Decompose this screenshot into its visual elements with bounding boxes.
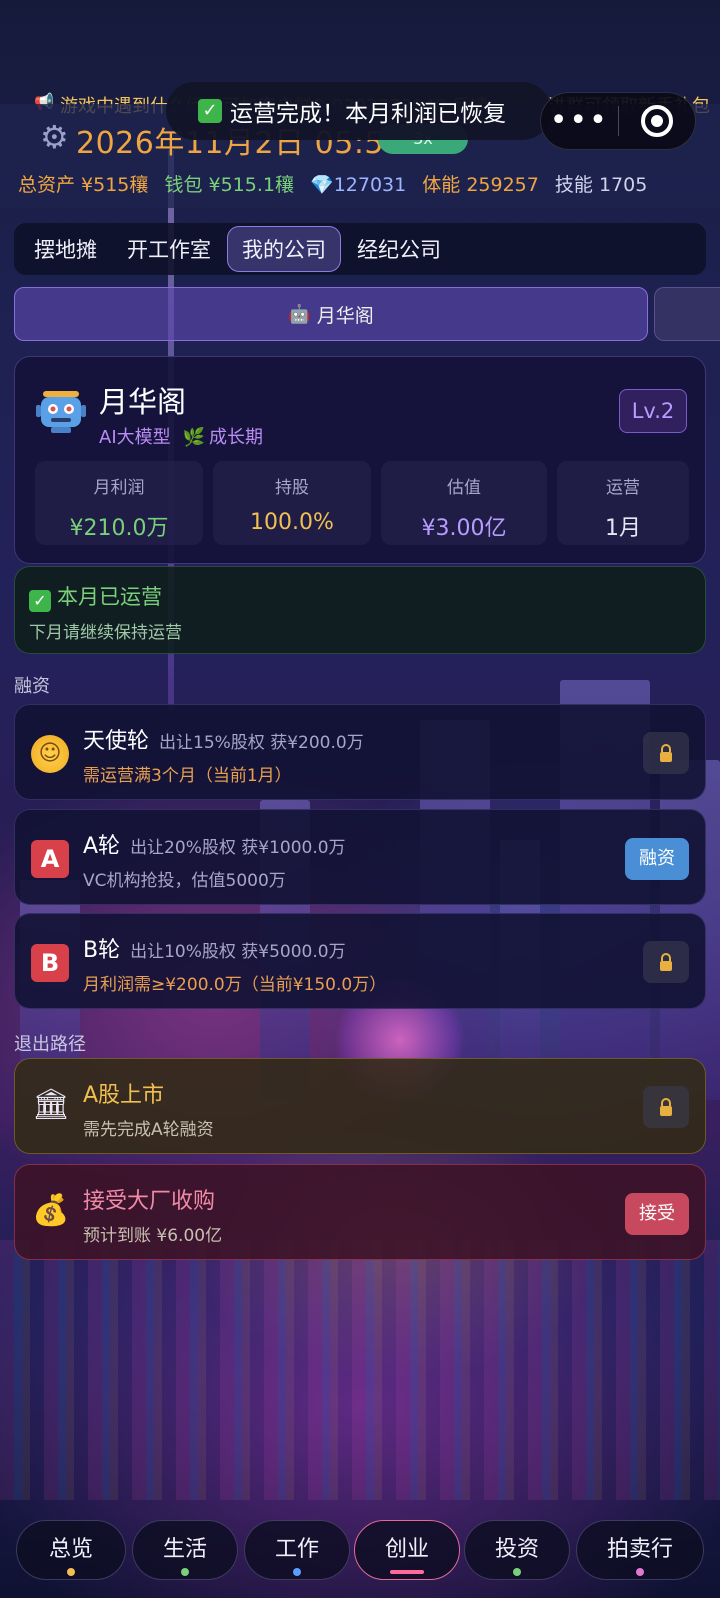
lock-icon: [660, 744, 672, 762]
nav-overview[interactable]: 总览: [16, 1520, 126, 1580]
toast-text: 运营完成！本月利润已恢复: [230, 101, 506, 127]
letter-a-icon: A: [31, 840, 69, 878]
robot-icon: 🤖: [288, 303, 311, 325]
miniprogram-capsule: •••: [540, 92, 696, 150]
lock-icon: [660, 1098, 672, 1116]
company-level-badge: Lv.2: [619, 389, 687, 433]
acquisition-amount: 预计到账 ¥6.00亿: [83, 1226, 223, 1246]
target-icon: [640, 105, 673, 137]
resource-stats: 总资产 ¥515穰 钱包 ¥515.1穰 💎127031 体能 259257 技…: [18, 170, 657, 197]
gear-icon[interactable]: ⚙: [40, 118, 69, 156]
operation-status-subtitle: 下月请继续保持运营: [29, 623, 182, 643]
wallet-balance: 钱包 ¥515.1穰: [164, 174, 294, 196]
metric-operation-months: 运营 1月: [557, 461, 689, 545]
company-overview-card: 月华阁 AI大模型 🌿 成长期 Lv.2 月利润 ¥210.0万 持股 100.0%…: [14, 356, 706, 564]
robot-avatar-icon: [36, 391, 86, 433]
close-miniprogram-button[interactable]: [619, 105, 696, 137]
tab-street-stall[interactable]: 摆地摊: [20, 226, 111, 272]
exit-ipo-card: 🏛 A股上市 需先完成A轮融资: [14, 1058, 706, 1154]
round-title: 天使轮 出让15%股权 获¥200.0万: [83, 729, 364, 754]
metric-shareholding: 持股 100.0%: [213, 461, 371, 545]
bank-building-icon: 🏛: [31, 1087, 71, 1122]
energy-stat: 体能 259257: [422, 174, 539, 196]
money-bag-icon: 💰: [32, 1193, 70, 1228]
next-company-button[interactable]: [654, 287, 720, 341]
toast-notification: ✓ 运营完成！本月利润已恢复: [166, 82, 551, 140]
operation-status-card: ✓ 本月已运营 下月请继续保持运营: [14, 566, 706, 654]
nav-startup[interactable]: 创业: [354, 1520, 460, 1580]
round-requirement: 月利润需≥¥200.0万（当前¥150.0万）: [83, 975, 387, 995]
tab-agency[interactable]: 经纪公司: [343, 226, 455, 272]
round-title: A轮 出让20%股权 获¥1000.0万: [83, 834, 346, 859]
check-icon: ✓: [29, 590, 51, 612]
gem-count: 💎127031: [310, 174, 407, 196]
nav-invest[interactable]: 投资: [464, 1520, 570, 1580]
metric-valuation: 估值 ¥3.00亿: [381, 461, 547, 545]
exit-acquisition-card: 💰 接受大厂收购 预计到账 ¥6.00亿 接受: [14, 1164, 706, 1260]
company-stage: 成长期: [209, 427, 264, 448]
exit-section-label: 退出路径: [14, 1034, 86, 1055]
nav-work[interactable]: 工作: [244, 1520, 350, 1580]
more-options-icon[interactable]: •••: [541, 106, 618, 136]
locked-button[interactable]: [643, 941, 689, 983]
round-description: VC机构抢投，估值5000万: [83, 871, 286, 891]
locked-button[interactable]: [643, 732, 689, 774]
company-industry: AI大模型: [99, 427, 171, 448]
financing-round-a: A A轮 出让20%股权 获¥1000.0万 VC机构抢投，估值5000万 融资: [14, 809, 706, 905]
company-selector-label: 月华阁: [316, 304, 374, 327]
nav-life[interactable]: 生活: [132, 1520, 238, 1580]
angel-face-icon: ☺: [31, 735, 69, 773]
ipo-title: A股上市: [83, 1083, 165, 1108]
financing-round-b: B B轮 出让10%股权 获¥5000.0万 月利润需≥¥200.0万（当前¥15…: [14, 913, 706, 1009]
round-requirement: 需运营满3个月（当前1月）: [83, 766, 292, 786]
financing-section-label: 融资: [14, 676, 50, 697]
letter-b-icon: B: [31, 944, 69, 982]
tab-open-studio[interactable]: 开工作室: [113, 226, 225, 272]
check-icon: ✓: [198, 99, 222, 123]
locked-button[interactable]: [643, 1086, 689, 1128]
total-assets: 总资产 ¥515穰: [18, 174, 149, 196]
metric-monthly-profit: 月利润 ¥210.0万: [35, 461, 203, 545]
ipo-requirement: 需先完成A轮融资: [83, 1120, 214, 1140]
lock-icon: [660, 953, 672, 971]
nav-auction[interactable]: 拍卖行: [576, 1520, 704, 1580]
diamond-icon: 💎: [310, 174, 334, 196]
acquisition-title: 接受大厂收购: [83, 1189, 216, 1214]
bottom-navigation: 总览 生活 工作 创业 投资 拍卖行: [0, 1514, 720, 1598]
raise-funding-button[interactable]: 融资: [625, 838, 689, 880]
skill-stat: 技能 1705: [554, 174, 648, 196]
company-selector-button[interactable]: 🤖 月华阁: [14, 287, 648, 341]
company-name: 月华阁: [99, 385, 187, 419]
business-tabs: 摆地摊 开工作室 我的公司 经纪公司: [14, 223, 706, 275]
sprout-icon: 🌿: [182, 427, 206, 448]
financing-round-angel: ☺ 天使轮 出让15%股权 获¥200.0万 需运营满3个月（当前1月）: [14, 704, 706, 800]
tab-my-company[interactable]: 我的公司: [227, 226, 341, 272]
river-reflection-background: [0, 1240, 720, 1500]
accept-acquisition-button[interactable]: 接受: [625, 1193, 689, 1235]
operation-status-title: ✓ 本月已运营: [29, 581, 162, 612]
round-title: B轮 出让10%股权 获¥5000.0万: [83, 938, 346, 963]
company-tags: AI大模型 🌿 成长期: [99, 423, 263, 449]
